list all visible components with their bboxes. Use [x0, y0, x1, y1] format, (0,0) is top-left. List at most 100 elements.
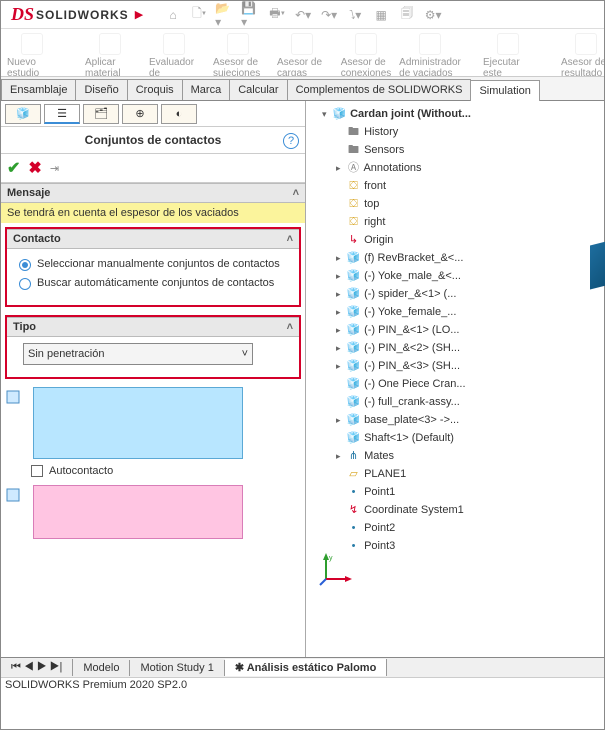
rebuild-icon[interactable]: ▦ — [371, 5, 391, 25]
btab-modelo[interactable]: Modelo — [73, 660, 130, 676]
section-contacto-label: Contacto — [13, 233, 61, 245]
tree-item[interactable]: 🧊 Shaft<1> (Default) — [336, 429, 602, 447]
ribbon-run[interactable]: Ejecutar este estudio — [483, 33, 533, 77]
face-set2-list[interactable] — [33, 485, 243, 539]
tree-item[interactable]: ▸🧊 (-) PIN_&<2> (SH... — [336, 339, 602, 357]
pin-button[interactable]: ⇥ — [50, 162, 59, 175]
autocontact-row[interactable]: Autocontacto — [31, 465, 305, 477]
connections-icon — [355, 33, 377, 55]
pt-icon: • — [346, 519, 361, 537]
tab-complementos[interactable]: Complementos de SOLIDWORKS — [287, 79, 472, 100]
contacto-body: Seleccionar manualmente conjuntos de con… — [9, 249, 297, 299]
ribbon-new-study[interactable]: Nuevo estudio — [7, 33, 57, 77]
tree-item[interactable]: ⛋ right — [336, 213, 602, 231]
mgr-tab-feature[interactable]: 🧊 — [5, 104, 41, 124]
tab-marca[interactable]: Marca — [182, 79, 231, 100]
tree-item[interactable]: 🖿 History — [336, 123, 602, 141]
redo-icon[interactable]: ↷▾ — [319, 5, 339, 25]
tree-item[interactable]: ▸⋔ Mates — [336, 447, 602, 465]
partg-icon: 🧊 — [346, 375, 361, 393]
tree-item[interactable]: ▸Ⓐ Annotations — [336, 159, 602, 177]
tipo-combobox[interactable]: Sin penetración ˅ — [23, 343, 253, 365]
ribbon-shell[interactable]: Administrador de vaciados — [405, 33, 455, 77]
ribbon-results[interactable]: Asesor de resultado — [561, 33, 604, 77]
ribbon: Nuevo estudio Aplicar material Evaluador… — [1, 29, 604, 77]
tree-item[interactable]: • Point2 — [336, 519, 602, 537]
mgr-tab-dim[interactable]: ⊕ — [122, 104, 158, 124]
section-contacto-header[interactable]: Contacto ˄ — [7, 229, 299, 249]
ribbon-material[interactable]: Aplicar material — [85, 33, 135, 77]
study-icon: ✱ — [235, 662, 244, 674]
print-icon[interactable]: 🖶▾ — [267, 5, 287, 25]
cancel-button[interactable]: ✖ — [28, 158, 41, 178]
mgr-tab-sim[interactable]: ◐ — [161, 104, 197, 124]
chevron-right-icon[interactable]: ▶ — [135, 8, 143, 21]
tab-calcular[interactable]: Calcular — [229, 79, 287, 100]
new-icon[interactable]: 🗋▾ — [189, 5, 209, 25]
select-icon[interactable]: ⭝▾ — [345, 5, 365, 25]
section-tipo-header[interactable]: Tipo ˄ — [7, 317, 299, 337]
pt-icon: • — [346, 483, 361, 501]
tree-item[interactable]: ▸🧊 (f) RevBracket_&<... — [336, 249, 602, 267]
ribbon-connections[interactable]: Asesor de conexiones — [341, 33, 391, 77]
tree-item[interactable]: ▸🧊 (-) PIN_&<3> (SH... — [336, 357, 602, 375]
tree-item[interactable]: ▸🧊 (-) spider_&<1> (... — [336, 285, 602, 303]
mgr-tab-property[interactable]: ☰ — [44, 104, 80, 124]
tree-item[interactable]: ▸🧊 (-) Yoke_male_&<... — [336, 267, 602, 285]
feature-tree[interactable]: ▾🧊 Cardan joint (Without... 🖿 History🖿 S… — [306, 101, 604, 559]
tab-croquis[interactable]: Croquis — [127, 79, 183, 100]
autocontact-label: Autocontacto — [49, 465, 113, 477]
tree-item[interactable]: ▸🧊 base_plate<3> ->... — [336, 411, 602, 429]
section-mensaje-header[interactable]: Mensaje ˄ — [1, 183, 305, 203]
tree-item[interactable]: ⛋ front — [336, 177, 602, 195]
radio-icon — [19, 259, 31, 271]
ribbon-fixtures[interactable]: Asesor de sujeciones — [213, 33, 263, 77]
tree-item[interactable]: 🧊 (-) One Piece Cran... — [336, 375, 602, 393]
radio-auto[interactable]: Buscar automáticamente conjuntos de cont… — [19, 274, 287, 293]
section-tipo-label: Tipo — [13, 321, 36, 333]
tab-diseno[interactable]: Diseño — [75, 79, 127, 100]
tree-item-label: PLANE1 — [364, 468, 406, 480]
tree-root[interactable]: Cardan joint (Without... — [350, 108, 471, 120]
radio-auto-label: Buscar automáticamente conjuntos de cont… — [37, 277, 274, 289]
undo-icon[interactable]: ↶▾ — [293, 5, 313, 25]
btab-analisis[interactable]: ✱ Análisis estático Palomo — [225, 659, 387, 676]
tree-item[interactable]: ↯ Coordinate System1 — [336, 501, 602, 519]
face-set1-list[interactable] — [33, 387, 243, 459]
tree-item-label: Origin — [364, 234, 393, 246]
tree-item[interactable]: ⛋ top — [336, 195, 602, 213]
home-icon[interactable]: ⌂ — [163, 5, 183, 25]
panel-title-row: Conjuntos de contactos ? — [1, 127, 305, 154]
btab-motion[interactable]: Motion Study 1 — [130, 660, 224, 676]
save-icon[interactable]: 💾▾ — [241, 5, 261, 25]
radio-icon — [19, 278, 31, 290]
tree-item[interactable]: • Point1 — [336, 483, 602, 501]
settings-icon[interactable]: ⚙▾ — [423, 5, 443, 25]
tree-item[interactable]: ↳ Origin — [336, 231, 602, 249]
tab-ensamblaje[interactable]: Ensamblaje — [1, 79, 76, 100]
tree-item[interactable]: ▱ PLANE1 — [336, 465, 602, 483]
part-icon: 🧊 — [346, 303, 361, 321]
tree-item-label: Coordinate System1 — [364, 504, 464, 516]
tree-item[interactable]: ▸🧊 (-) PIN_&<1> (LO... — [336, 321, 602, 339]
open-icon[interactable]: 📂▾ — [215, 5, 235, 25]
tree-item-label: (-) Yoke_male_&<... — [364, 270, 461, 282]
nav-start[interactable]: ⏮ ◀ ▶ ▶| — [1, 659, 73, 676]
tree-item[interactable]: 🧊 (-) full_crank-assy... — [336, 393, 602, 411]
app-logo: DS SOLIDWORKS ▶ — [5, 4, 149, 25]
help-icon[interactable]: ? — [283, 133, 299, 149]
tab-simulation[interactable]: Simulation — [470, 80, 539, 101]
tree-item[interactable]: 🖿 Sensors — [336, 141, 602, 159]
ribbon-sim-eval[interactable]: Evaluador de simulación — [149, 33, 199, 77]
options-icon[interactable]: 🗐 — [397, 5, 417, 25]
mgr-tab-config[interactable]: 🗂 — [83, 104, 119, 124]
radio-manual[interactable]: Seleccionar manualmente conjuntos de con… — [19, 255, 287, 274]
study-tabs: ⏮ ◀ ▶ ▶| Modelo Motion Study 1 ✱ Análisi… — [1, 657, 604, 677]
ribbon-loads[interactable]: Asesor de cargas externas — [277, 33, 327, 77]
ok-button[interactable]: ✔ — [7, 158, 20, 178]
tree-item[interactable]: ▸🧊 (-) Yoke_female_... — [336, 303, 602, 321]
view-triad-icon[interactable]: y — [318, 551, 354, 587]
tree-item-label: Shaft<1> (Default) — [364, 432, 454, 444]
tree-item[interactable]: • Point3 — [336, 537, 602, 555]
part-icon: 🧊 — [346, 285, 361, 303]
